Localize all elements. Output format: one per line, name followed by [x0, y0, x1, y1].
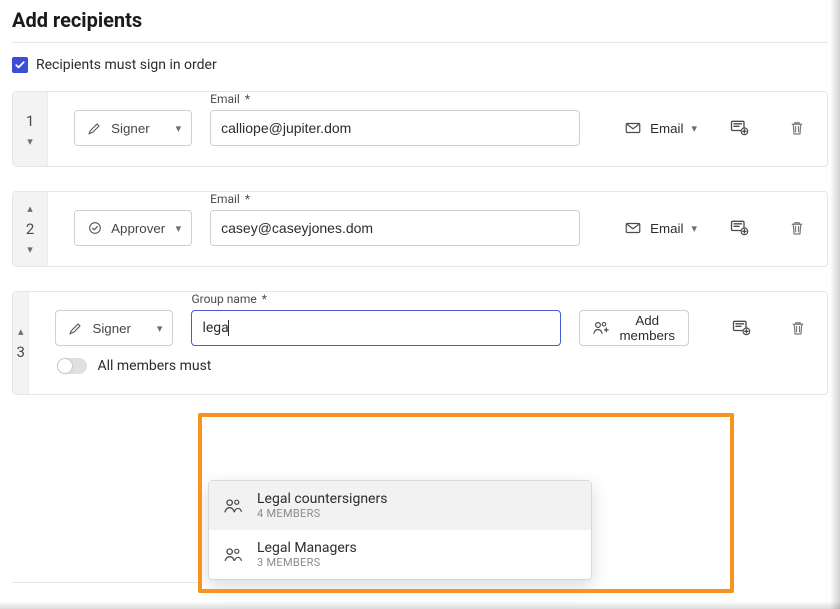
- delete-button[interactable]: [783, 312, 813, 344]
- add-members-button[interactable]: Add members: [579, 310, 689, 346]
- role-label: Signer: [92, 321, 131, 336]
- email-label: Email *: [210, 192, 580, 206]
- people-icon: [223, 545, 243, 565]
- pen-icon: [87, 120, 103, 136]
- all-members-toggle[interactable]: [57, 358, 87, 374]
- screenshot-bottom-shadow: [0, 601, 840, 609]
- recipient-card-3: ▴ 3 Signer ▾ Group name *: [12, 291, 828, 395]
- envelope-icon: [624, 119, 642, 137]
- sign-in-order-label: Recipients must sign in order: [36, 57, 217, 73]
- add-message-button[interactable]: [723, 112, 755, 144]
- role-label: Approver: [111, 221, 165, 236]
- recipient-card-2: ▴ 2 ▾ Approver ▾ Email *: [12, 191, 828, 267]
- move-down-button[interactable]: ▾: [27, 136, 33, 147]
- delivery-label: Email: [650, 221, 683, 236]
- delete-button[interactable]: [781, 212, 813, 244]
- suggestion-name: Legal countersigners: [257, 491, 387, 507]
- role-dropdown[interactable]: Approver ▾: [74, 210, 192, 246]
- delivery-dropdown[interactable]: Email ▾: [616, 110, 705, 146]
- role-dropdown[interactable]: Signer ▾: [55, 310, 173, 346]
- add-members-label: Add members: [618, 313, 676, 343]
- move-up-button[interactable]: ▴: [27, 203, 33, 214]
- recipient-rail: 1 ▾: [13, 92, 48, 166]
- chevron-down-icon: ▾: [176, 122, 182, 135]
- recipient-rail: ▴ 3: [13, 292, 29, 394]
- message-plus-icon: [729, 218, 749, 238]
- pen-icon: [68, 320, 84, 336]
- sign-in-order-checkbox[interactable]: [12, 57, 28, 73]
- suggestion-meta: 3 MEMBERS: [257, 556, 357, 569]
- group-suggestions-dropdown: Legal countersigners 4 MEMBERS Legal Man…: [208, 480, 592, 580]
- message-plus-icon: [729, 118, 749, 138]
- suggestion-name: Legal Managers: [257, 540, 357, 556]
- envelope-icon: [624, 219, 642, 237]
- email-input[interactable]: [210, 210, 580, 246]
- role-label: Signer: [111, 121, 150, 136]
- recipient-card-1: 1 ▾ Signer ▾ Email *: [12, 91, 828, 167]
- email-label: Email *: [210, 92, 580, 106]
- chevron-down-icon: ▾: [691, 222, 697, 235]
- message-plus-icon: [731, 318, 751, 338]
- suggestion-meta: 4 MEMBERS: [257, 507, 387, 520]
- group-name-input[interactable]: lega: [191, 310, 561, 346]
- recipient-rail: ▴ 2 ▾: [13, 192, 48, 266]
- move-down-button[interactable]: ▾: [27, 244, 33, 255]
- people-plus-icon: [592, 319, 610, 337]
- chevron-down-icon: ▾: [176, 222, 182, 235]
- role-dropdown[interactable]: Signer ▾: [74, 110, 192, 146]
- recipient-index: 2: [26, 220, 34, 238]
- delete-button[interactable]: [781, 112, 813, 144]
- page-title: Add recipients: [12, 8, 828, 32]
- divider: [12, 582, 202, 583]
- move-up-button[interactable]: ▴: [18, 326, 24, 337]
- group-name-label: Group name *: [191, 292, 561, 306]
- add-message-button[interactable]: [723, 212, 755, 244]
- trash-icon: [789, 319, 807, 337]
- check-circle-icon: [87, 220, 103, 236]
- people-icon: [223, 496, 243, 516]
- group-suggestion-item[interactable]: Legal countersigners 4 MEMBERS: [209, 481, 591, 530]
- trash-icon: [788, 219, 806, 237]
- all-members-label: All members must: [97, 358, 211, 374]
- recipient-index: 3: [17, 343, 25, 361]
- divider: [12, 42, 828, 43]
- delivery-dropdown[interactable]: Email ▾: [616, 210, 705, 246]
- group-suggestion-item[interactable]: Legal Managers 3 MEMBERS: [209, 530, 591, 579]
- trash-icon: [788, 119, 806, 137]
- email-input[interactable]: [210, 110, 580, 146]
- add-message-button[interactable]: [725, 312, 757, 344]
- check-icon: [14, 59, 26, 71]
- chevron-down-icon: ▾: [157, 322, 163, 335]
- recipient-index: 1: [26, 112, 34, 130]
- chevron-down-icon: ▾: [691, 122, 697, 135]
- delivery-label: Email: [650, 121, 683, 136]
